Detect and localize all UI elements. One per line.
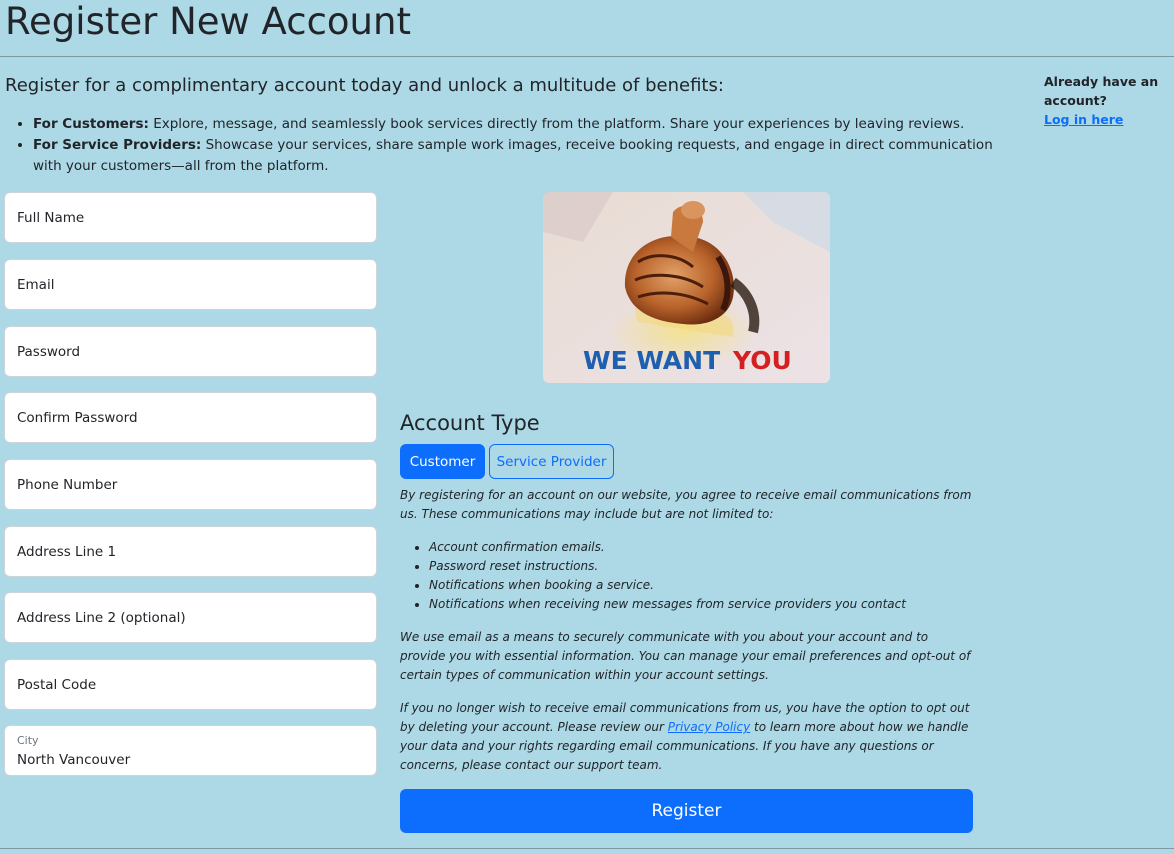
account-type-customer-button[interactable]: Customer bbox=[400, 444, 485, 479]
city-field[interactable]: City North Vancouver bbox=[4, 725, 377, 776]
address-line-1-field[interactable]: Address Line 1 bbox=[4, 526, 377, 577]
notice-item: Password reset instructions. bbox=[429, 557, 973, 576]
email-field[interactable]: Email bbox=[4, 259, 377, 310]
benefit-item-providers: For Service Providers: Showcase your ser… bbox=[33, 135, 1018, 177]
footer-divider bbox=[0, 848, 1174, 849]
benefit-item-customers: For Customers: Explore, message, and sea… bbox=[33, 114, 1018, 135]
page-title: Register New Account bbox=[5, 0, 411, 43]
password-field[interactable]: Password bbox=[4, 326, 377, 377]
we-want-you-image: WE WANT YOU bbox=[543, 192, 830, 383]
email-placeholder: Email bbox=[17, 277, 55, 293]
address-line-1-placeholder: Address Line 1 bbox=[17, 544, 117, 560]
email-notice: By registering for an account on our web… bbox=[400, 486, 973, 789]
notice-paragraph-2: We use email as a means to securely comm… bbox=[400, 630, 971, 682]
caption-we-want: WE WANT bbox=[583, 346, 720, 375]
postal-code-field[interactable]: Postal Code bbox=[4, 659, 377, 710]
notice-item: Notifications when receiving new message… bbox=[429, 595, 973, 614]
account-type-provider-button[interactable]: Service Provider bbox=[489, 444, 614, 479]
header-divider bbox=[0, 56, 1174, 57]
login-box: Already have an account? Log in here bbox=[1044, 72, 1162, 129]
postal-code-placeholder: Postal Code bbox=[17, 677, 97, 693]
city-label: City bbox=[17, 734, 39, 747]
password-placeholder: Password bbox=[17, 344, 81, 360]
full-name-placeholder: Full Name bbox=[17, 210, 85, 226]
confirm-password-field[interactable]: Confirm Password bbox=[4, 392, 377, 443]
account-type-title: Account Type bbox=[400, 411, 540, 435]
benefit-label: For Customers: bbox=[33, 116, 149, 132]
register-button[interactable]: Register bbox=[400, 789, 973, 833]
confirm-password-placeholder: Confirm Password bbox=[17, 410, 138, 426]
intro-heading: Register for a complimentary account tod… bbox=[5, 75, 724, 96]
city-value: North Vancouver bbox=[17, 752, 131, 768]
benefit-label: For Service Providers: bbox=[33, 137, 202, 153]
notice-item: Notifications when booking a service. bbox=[429, 576, 973, 595]
notice-paragraph-3: If you no longer wish to receive email c… bbox=[400, 699, 973, 775]
notice-list: Account confirmation emails. Password re… bbox=[400, 538, 973, 614]
login-prompt: Already have an account? bbox=[1044, 74, 1159, 108]
recruitment-poster: WE WANT YOU bbox=[543, 192, 830, 383]
address-line-2-placeholder: Address Line 2 (optional) bbox=[17, 610, 186, 626]
full-name-field[interactable]: Full Name bbox=[4, 192, 377, 243]
phone-number-field[interactable]: Phone Number bbox=[4, 459, 377, 510]
notice-item: Account confirmation emails. bbox=[429, 538, 973, 557]
benefit-text: Explore, message, and seamlessly book se… bbox=[148, 116, 965, 132]
login-link[interactable]: Log in here bbox=[1044, 110, 1162, 129]
privacy-policy-link[interactable]: Privacy Policy bbox=[668, 720, 750, 734]
notice-intro: By registering for an account on our web… bbox=[400, 488, 972, 521]
phone-number-placeholder: Phone Number bbox=[17, 477, 118, 493]
caption-you: YOU bbox=[732, 346, 792, 375]
benefits-list: For Customers: Explore, message, and sea… bbox=[5, 114, 1018, 177]
address-line-2-field[interactable]: Address Line 2 (optional) bbox=[4, 592, 377, 643]
